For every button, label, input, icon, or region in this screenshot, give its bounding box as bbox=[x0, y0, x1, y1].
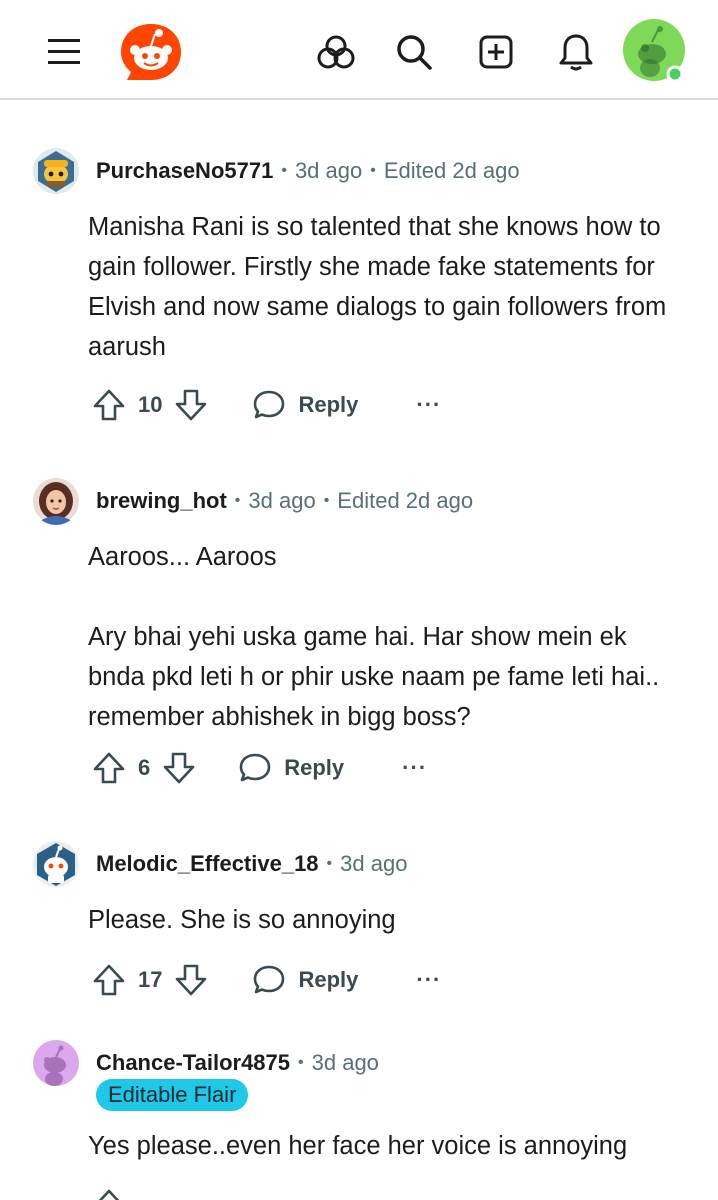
reply-label: Reply bbox=[298, 392, 359, 417]
user-avatar[interactable] bbox=[32, 147, 80, 195]
comment-username[interactable]: brewing_hot bbox=[96, 488, 227, 514]
comment-body: Manisha Rani is so talented that she kno… bbox=[88, 207, 688, 367]
comment-actions: 17 Reply ··· bbox=[92, 960, 441, 1000]
reply-icon bbox=[254, 390, 285, 419]
user-avatar[interactable] bbox=[32, 1039, 80, 1087]
menu-icon[interactable] bbox=[40, 28, 88, 76]
comment-header: PurchaseNo5771 • 3d ago • Edited 2d ago bbox=[32, 143, 520, 199]
upvote-icon[interactable] bbox=[92, 388, 126, 422]
upvote-icon[interactable] bbox=[92, 751, 126, 785]
reply-button[interactable]: Reply bbox=[238, 751, 344, 785]
more-options-button[interactable]: ··· bbox=[416, 967, 441, 993]
user-avatar[interactable] bbox=[32, 477, 80, 525]
upvote-icon[interactable] bbox=[92, 963, 126, 997]
comment-actions: 10 Reply ··· bbox=[92, 385, 441, 425]
downvote-icon[interactable] bbox=[174, 388, 208, 422]
online-status-dot bbox=[666, 65, 684, 82]
comment-age: 3d ago bbox=[340, 851, 408, 876]
comment-header: brewing_hot • 3d ago • Edited 2d ago bbox=[32, 473, 473, 529]
comment-age: 3d ago bbox=[248, 488, 316, 513]
comment-username[interactable]: Chance-Tailor4875 bbox=[96, 1050, 290, 1076]
comment-actions: 6 Reply ··· bbox=[92, 748, 427, 788]
vote-count: 17 bbox=[138, 967, 163, 992]
comment-text: Please. She is so annoying bbox=[88, 906, 396, 934]
upvote-icon[interactable] bbox=[92, 1188, 126, 1200]
notifications-icon[interactable] bbox=[550, 26, 602, 78]
top-navigation-bar bbox=[0, 0, 718, 100]
downvote-icon[interactable] bbox=[174, 963, 208, 997]
comment-age: 3d ago bbox=[294, 158, 363, 183]
explore-icon[interactable] bbox=[310, 28, 362, 76]
reply-button[interactable]: Reply bbox=[252, 388, 358, 422]
user-avatar[interactable] bbox=[32, 840, 80, 888]
reply-icon bbox=[254, 965, 285, 994]
comment-text: Aaroos... Aaroos bbox=[88, 543, 277, 571]
user-avatar[interactable] bbox=[622, 18, 686, 82]
more-options-button[interactable]: ··· bbox=[402, 755, 427, 781]
comment-header: Melodic_Effective_18 • 3d ago bbox=[32, 836, 407, 892]
user-flair: Editable Flair bbox=[96, 1079, 249, 1111]
comment-username[interactable]: PurchaseNo5771 bbox=[96, 158, 273, 184]
comment-body: Please. She is so annoying bbox=[88, 900, 688, 940]
comment-edited: Edited 2d ago bbox=[337, 488, 474, 513]
comment-body: Yes please..even her face her voice is a… bbox=[88, 1126, 688, 1166]
create-post-icon[interactable] bbox=[470, 26, 522, 78]
reply-label: Reply bbox=[298, 967, 359, 992]
comment-body: Aaroos... Aaroos Ary bhai yehi uska game… bbox=[88, 537, 688, 737]
downvote-icon[interactable] bbox=[162, 751, 196, 785]
separator-dot: • bbox=[234, 492, 241, 509]
more-options-button[interactable]: ··· bbox=[416, 392, 441, 418]
comment-text: Yes please..even her face her voice is a… bbox=[88, 1132, 628, 1160]
comment-edited: Edited 2d ago bbox=[383, 158, 520, 183]
reply-icon bbox=[239, 753, 271, 782]
separator-dot: • bbox=[298, 1054, 304, 1071]
reddit-logo[interactable] bbox=[116, 20, 186, 86]
comment-age: 3d ago bbox=[311, 1050, 379, 1075]
comment-text: Manisha Rani is so talented that she kno… bbox=[88, 213, 667, 361]
separator-dot: • bbox=[370, 162, 376, 179]
comment-text: Ary bhai yehi uska game hai. Har show me… bbox=[88, 623, 660, 731]
search-icon[interactable] bbox=[388, 26, 440, 78]
reply-button[interactable]: Reply bbox=[252, 963, 358, 997]
vote-count: 10 bbox=[138, 392, 163, 417]
separator-dot: • bbox=[281, 162, 287, 179]
reply-label: Reply bbox=[284, 755, 345, 780]
comment-actions bbox=[92, 1185, 126, 1200]
vote-count: 6 bbox=[138, 755, 151, 780]
comment-username[interactable]: Melodic_Effective_18 bbox=[96, 851, 319, 877]
separator-dot: • bbox=[323, 492, 330, 509]
separator-dot: • bbox=[326, 855, 333, 872]
